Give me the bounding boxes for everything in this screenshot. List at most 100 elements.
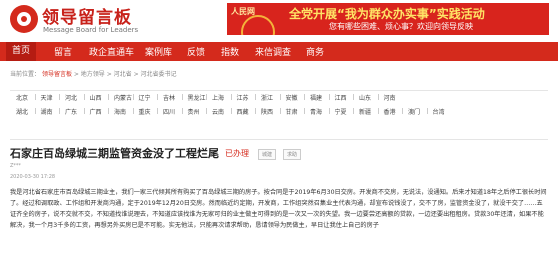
region-separator (377, 94, 379, 100)
nav-survey[interactable]: 来信调查 (255, 45, 291, 58)
region-link[interactable]: 福建 (310, 93, 322, 102)
post-time: 2020-03-30 17:28 (10, 174, 56, 180)
region-link[interactable]: 湖北 (16, 107, 28, 116)
nav-cases[interactable]: 案例库 (145, 45, 172, 58)
breadcrumb: 当前位置： 领导留言板 > 地方领导 > 河北省 > 河北省委书记 (10, 71, 177, 78)
banner-headline: 全党开展“我为群众办实事”实践活动 (289, 7, 485, 21)
region-separator (59, 108, 60, 114)
nav-home[interactable]: 首页 (6, 42, 37, 61)
region-separator (328, 94, 330, 100)
region-separator (206, 108, 207, 114)
nav-feedback[interactable]: 反馈 (187, 45, 205, 58)
region-link[interactable]: 山西 (90, 93, 102, 102)
region-separator (132, 94, 134, 100)
region-link[interactable]: 西藏 (237, 107, 249, 116)
region-separator (108, 108, 109, 114)
region-separator (206, 94, 207, 100)
region-link[interactable]: 北京 (16, 93, 28, 102)
region-separator (108, 94, 109, 100)
region-separator (34, 108, 36, 114)
region-separator (132, 108, 134, 114)
region-link[interactable]: 吉林 (163, 93, 175, 102)
campaign-banner[interactable]: 人民网 全党开展“我为群众办实事”实践活动 您有哪些困难、烦心事？欢迎向领导反映 (227, 3, 549, 35)
region-row: 北京 天津 河北 山西 内蒙古 辽宁 吉林 黑龙江 上海 江苏 浙江 安徽 福建 江西 山东 河南 (10, 93, 548, 107)
breadcrumb-local[interactable]: 地方领导 (81, 71, 105, 78)
region-separator (353, 94, 354, 100)
region-link[interactable]: 山东 (359, 93, 371, 102)
region-separator (83, 94, 85, 100)
region-link[interactable]: 天津 (41, 93, 53, 102)
region-link[interactable]: 江西 (335, 93, 347, 102)
region-link[interactable]: 陕西 (261, 107, 273, 116)
region-separator (304, 108, 305, 114)
region-link[interactable]: 广东 (65, 107, 77, 116)
region-separator (279, 108, 281, 114)
region-link[interactable]: 河北 (65, 93, 77, 102)
region-separator (34, 94, 36, 100)
region-link[interactable]: 海南 (114, 107, 126, 116)
region-separator (181, 108, 183, 114)
banner-brand: 人民网 (231, 7, 255, 16)
site-header: 领导留言板 Message Board for Leaders 人民网 全党开展… (0, 0, 558, 42)
divider (10, 90, 548, 91)
region-separator (181, 94, 183, 100)
region-link[interactable]: 安徽 (286, 93, 298, 102)
region-link[interactable]: 上海 (212, 93, 224, 102)
breadcrumb-board[interactable]: 领导留言板 (42, 71, 72, 78)
category-tag[interactable]: 城建 (258, 149, 277, 160)
region-link[interactable]: 辽宁 (139, 93, 151, 102)
breadcrumb-province[interactable]: 河北省 (114, 71, 132, 78)
region-link[interactable]: 新疆 (359, 107, 371, 116)
region-link[interactable]: 重庆 (139, 107, 151, 116)
region-separator (255, 94, 256, 100)
region-separator (230, 94, 232, 100)
nav-business[interactable]: 商务 (306, 45, 324, 58)
region-link[interactable]: 湖南 (41, 107, 53, 116)
region-separator (157, 94, 158, 100)
post-body: 我是河北省石家庄市百岛绿城三期业主，我们一家三代倾其所有购买了百岛绿城三期的房子… (10, 189, 547, 229)
region-link[interactable]: 河南 (384, 93, 396, 102)
logo-icon[interactable] (10, 5, 38, 33)
region-separator (230, 108, 232, 114)
site-logo-text[interactable]: 领导留言板 (42, 3, 132, 28)
region-separator (83, 108, 85, 114)
region-separator (157, 108, 158, 114)
region-link[interactable]: 四川 (163, 107, 175, 116)
region-separator (279, 94, 281, 100)
region-link[interactable]: 云南 (212, 107, 224, 116)
region-link[interactable]: 甘肃 (286, 107, 298, 116)
region-link[interactable]: 香港 (384, 107, 396, 116)
region-separator (377, 108, 379, 114)
region-separator (59, 94, 60, 100)
breadcrumb-prefix: 当前位置： (10, 71, 41, 78)
banner-subline: 您有哪些困难、烦心事？欢迎向领导反映 (329, 22, 473, 31)
region-link[interactable]: 内蒙古 (114, 93, 132, 102)
divider (10, 139, 548, 140)
region-separator (255, 108, 256, 114)
region-row: 湖北 湖南 广东 广西 海南 重庆 四川 贵州 云南 西藏 陕西 甘肃 青海 宁夏 新疆 香港 澳门 台湾 (10, 107, 548, 121)
site-logo-subtitle: Message Board for Leaders (43, 26, 139, 34)
region-link[interactable]: 广西 (90, 107, 102, 116)
region-link[interactable]: 澳门 (408, 107, 420, 116)
nav-index[interactable]: 指数 (221, 45, 239, 58)
banner-emblem-icon (241, 15, 275, 35)
region-link[interactable]: 江苏 (237, 93, 249, 102)
region-link[interactable]: 贵州 (188, 107, 200, 116)
nav-message[interactable]: 留言 (54, 45, 72, 58)
region-separator (353, 108, 354, 114)
nav-enterprise[interactable]: 政企直通车 (89, 45, 134, 58)
region-link[interactable]: 台湾 (433, 107, 445, 116)
region-separator (328, 108, 330, 114)
region-link[interactable]: 浙江 (261, 93, 273, 102)
post-title: 石家庄百岛绿城三期监管资金没了工程烂尾 (10, 147, 219, 160)
status-badge: 已办理 (225, 149, 249, 158)
region-separator (402, 108, 403, 114)
region-link[interactable]: 青海 (310, 107, 322, 116)
region-separator (304, 94, 305, 100)
type-tag[interactable]: 求助 (283, 149, 302, 160)
breadcrumb-leader[interactable]: 河北省委书记 (141, 71, 177, 78)
region-link[interactable]: 宁夏 (335, 107, 347, 116)
main-nav: 首页 留言 政企直通车 案例库 反馈 指数 来信调查 商务 (0, 42, 558, 61)
region-separator (426, 108, 428, 114)
region-link[interactable]: 黑龙江 (188, 93, 206, 102)
